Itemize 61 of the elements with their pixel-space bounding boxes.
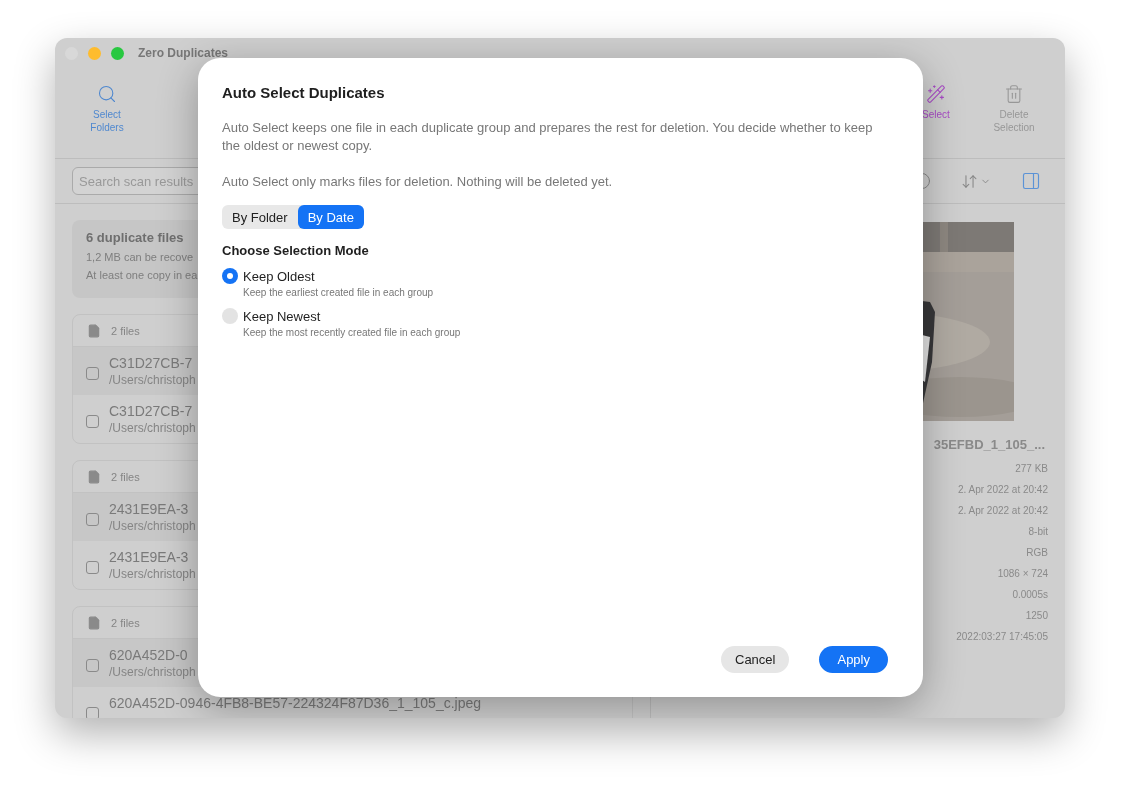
toolbar-button[interactable]: Select (905, 84, 967, 134)
checkbox[interactable] (86, 513, 99, 526)
option-hint: Keep the earliest created file in each group (243, 287, 434, 298)
file-count: 2 files (111, 616, 140, 629)
file-icon (87, 469, 101, 484)
checkbox[interactable] (86, 415, 99, 428)
preview-filename: 35EFBD_1_105_... (933, 437, 1045, 452)
file-name: 620A452D-0946-4FB8-BE57-224324F87D36_1_105_c.jpeg (109, 695, 482, 711)
file-count: 2 files (111, 470, 140, 483)
dialog-title: Auto Select Duplicates (222, 84, 386, 101)
file-name: 620A452D-0 (109, 647, 189, 663)
detail-value: 0.0005s (1012, 588, 1048, 602)
window-title: Zero Duplicates (138, 46, 229, 60)
file-icon (87, 615, 101, 630)
detail-value: 2. Apr 2022 at 20:42 (957, 504, 1048, 518)
summary-text: 1,2 MB can be recove (86, 251, 193, 263)
file-name: C31D27CB-7 (109, 355, 194, 371)
detail-value: 8-bit (1028, 525, 1048, 539)
search-icon (97, 84, 117, 104)
radio-button[interactable] (222, 268, 238, 284)
radio-button[interactable] (222, 308, 238, 324)
file-path: /Users/christoph (109, 421, 196, 435)
file-name: 2431E9EA-3 (109, 549, 190, 565)
option-label: Keep Oldest (243, 268, 316, 284)
section-heading: Choose Selection Mode (222, 243, 370, 258)
apply-button[interactable]: Apply (819, 646, 888, 673)
dialog-text: Auto Select keeps one file in each duplicate group and prepares the rest for deletion. You decide whether to keep the oldest or newest copy. (222, 119, 874, 155)
detail-value: 1086 × 724 (997, 567, 1048, 581)
checkbox[interactable] (86, 367, 99, 380)
trash-icon (1004, 84, 1024, 104)
file-count: 2 files (111, 324, 140, 337)
file-name: 2431E9EA-3 (109, 501, 190, 517)
file-path: /Users/christoph (109, 665, 196, 679)
detail-value: 2. Apr 2022 at 20:42 (957, 483, 1048, 497)
magic-wand-icon (926, 84, 946, 104)
checkbox[interactable] (86, 707, 99, 718)
file-path: /Users/christoph (109, 567, 196, 581)
option-hint: Keep the most recently created file in each group (243, 327, 461, 338)
segment-tab[interactable]: By Folder (222, 205, 298, 229)
file-name: C31D27CB-7 (109, 403, 194, 419)
summary-text: At least one copy in ea (86, 269, 198, 281)
minimize-button[interactable] (88, 46, 101, 60)
segment-tab[interactable]: By Date (297, 205, 364, 229)
checkbox[interactable] (86, 561, 99, 574)
sort-button[interactable] (961, 172, 991, 190)
detail-value: 1250 (1025, 609, 1048, 623)
summary-title: 6 duplicate files (86, 230, 184, 245)
sidebar-toggle-icon[interactable] (1021, 171, 1041, 191)
file-path: /Users/christoph (109, 373, 196, 387)
detail-value: RGB (1026, 546, 1048, 560)
sort-icon (961, 172, 978, 190)
cancel-button[interactable]: Cancel (721, 646, 790, 673)
checkbox[interactable] (86, 659, 99, 672)
zoom-button[interactable] (111, 46, 124, 60)
detail-value: 2022:03:27 17:45:05 (956, 630, 1048, 644)
option-label: Keep Newest (243, 308, 322, 324)
detail-value: 277 KB (1015, 462, 1048, 476)
toolbar-button[interactable]: Select Folders (77, 84, 137, 134)
file-icon (87, 323, 101, 338)
file-path: /Users/christoph (109, 519, 196, 533)
dialog-text: Auto Select only marks files for deletion. Nothing will be deleted yet. (222, 173, 614, 191)
